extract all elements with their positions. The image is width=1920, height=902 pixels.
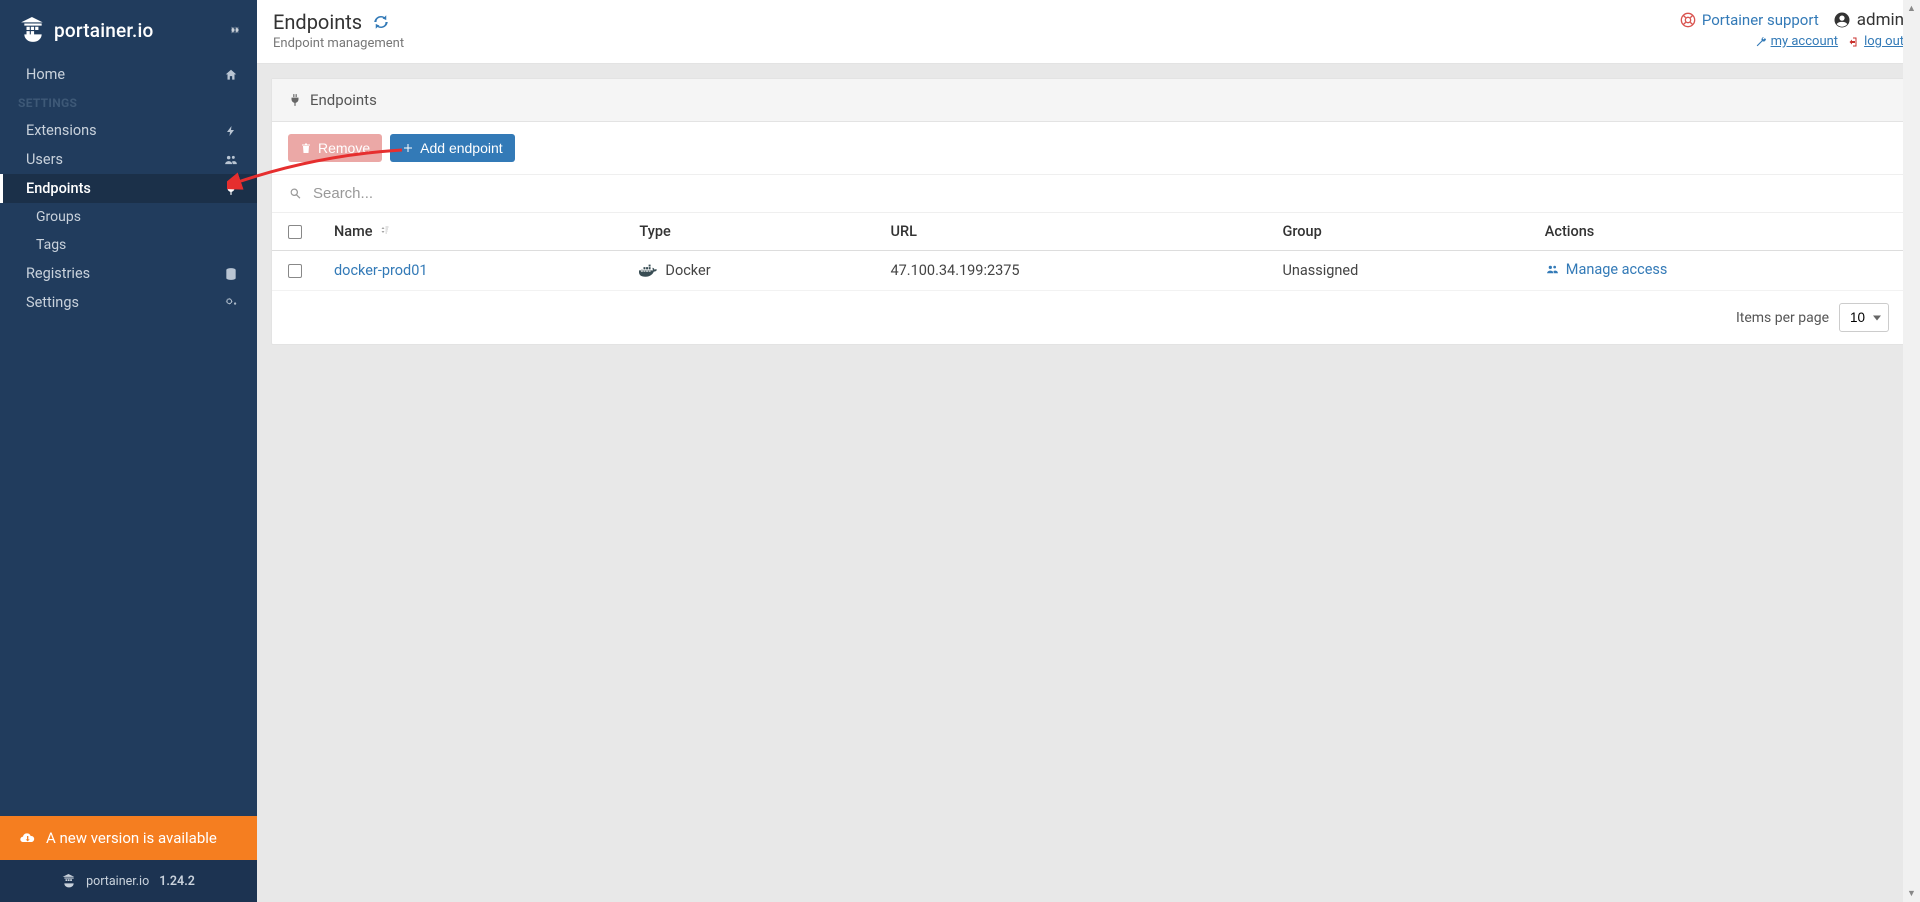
manage-access-label: Manage access — [1566, 261, 1668, 278]
update-notice[interactable]: A new version is available — [0, 816, 257, 860]
user-circle-icon — [1833, 11, 1851, 29]
sidebar-item-settings[interactable]: Settings — [0, 288, 257, 317]
endpoints-panel: Endpoints Remove Add endpoint — [271, 78, 1906, 345]
my-account-link[interactable]: my account — [1755, 34, 1838, 49]
support-link[interactable]: Portainer support — [1680, 11, 1819, 29]
add-button-label: Add endpoint — [420, 140, 503, 156]
search-input[interactable] — [313, 185, 1889, 202]
endpoints-table: Name Type URL Group Actions — [272, 213, 1905, 291]
sidebar-item-registries[interactable]: Registries — [0, 259, 257, 288]
table-footer: Items per page 10 — [272, 291, 1905, 344]
database-icon — [223, 267, 239, 281]
log-out-label: log out — [1864, 34, 1904, 49]
sidebar-item-home[interactable]: Home — [0, 60, 257, 89]
sidebar-item-endpoints[interactable]: Endpoints — [0, 174, 257, 203]
col-name[interactable]: Name — [318, 213, 623, 251]
trash-icon — [300, 142, 312, 155]
life-ring-icon — [1680, 12, 1696, 28]
users-icon — [1545, 263, 1560, 276]
select-all-checkbox[interactable] — [288, 225, 302, 239]
sidebar-item-label: Settings — [26, 294, 79, 311]
cloud-download-icon — [18, 830, 36, 846]
sign-out-icon — [1848, 36, 1860, 48]
search-icon — [288, 186, 303, 201]
table-row: docker-prod01 Docker 47.100.34.199:2375 — [272, 251, 1905, 291]
log-out-link[interactable]: log out — [1848, 34, 1904, 49]
items-per-page-select[interactable]: 10 — [1839, 303, 1889, 332]
panel-header: Endpoints — [272, 79, 1905, 122]
sidebar-item-extensions[interactable]: Extensions — [0, 116, 257, 145]
brand-logo[interactable]: portainer.io — [0, 0, 257, 60]
footer-brand: portainer.io — [86, 874, 149, 889]
sidebar-menu: Home SETTINGS Extensions Users Endpoints — [0, 60, 257, 816]
content: Endpoints Remove Add endpoint — [257, 64, 1920, 359]
remove-button-label: Remove — [318, 140, 370, 156]
cogs-icon — [223, 296, 239, 310]
manage-access-link[interactable]: Manage access — [1545, 261, 1668, 278]
plug-icon — [223, 182, 239, 196]
docker-icon — [639, 264, 657, 278]
col-actions: Actions — [1529, 213, 1905, 251]
refresh-icon[interactable] — [372, 13, 390, 31]
remove-button[interactable]: Remove — [288, 134, 382, 162]
my-account-label: my account — [1771, 34, 1838, 49]
wrench-icon — [1755, 36, 1767, 48]
support-link-label: Portainer support — [1702, 11, 1819, 29]
sidebar-section-settings: SETTINGS — [0, 89, 257, 116]
sidebar-item-label: Groups — [36, 209, 81, 225]
plus-icon — [402, 142, 414, 154]
page-title: Endpoints — [273, 10, 362, 34]
toolbar: Remove Add endpoint — [272, 122, 1905, 175]
scroll-down-icon[interactable]: ▼ — [1903, 885, 1920, 902]
panel-title: Endpoints — [310, 91, 377, 109]
portainer-logo-icon — [20, 14, 46, 46]
scroll-up-icon[interactable]: ▲ — [1903, 0, 1920, 17]
footer-version: 1.24.2 — [159, 874, 195, 889]
sidebar-footer: portainer.io 1.24.2 — [0, 860, 257, 902]
vertical-scrollbar[interactable]: ▲ ▼ — [1903, 0, 1920, 902]
sort-icon — [378, 224, 390, 236]
sidebar-item-label: Extensions — [26, 122, 97, 139]
sidebar-item-label: Home — [26, 66, 65, 83]
users-icon — [223, 153, 239, 167]
items-per-page-label: Items per page — [1736, 310, 1829, 326]
sidebar-toggle-icon[interactable] — [227, 22, 243, 38]
sidebar-item-label: SETTINGS — [18, 96, 77, 110]
table-header-row: Name Type URL Group Actions — [272, 213, 1905, 251]
sidebar-item-tags[interactable]: Tags — [0, 231, 257, 259]
endpoint-name-link[interactable]: docker-prod01 — [334, 262, 428, 279]
add-endpoint-button[interactable]: Add endpoint — [390, 134, 515, 162]
header: Endpoints Endpoint management Portainer … — [257, 0, 1920, 64]
col-url[interactable]: URL — [875, 213, 1267, 251]
update-notice-label: A new version is available — [46, 829, 217, 847]
sidebar-item-label: Endpoints — [26, 180, 91, 197]
sidebar: portainer.io Home SETTINGS Extensions Us… — [0, 0, 257, 902]
sidebar-item-users[interactable]: Users — [0, 145, 257, 174]
search-row — [272, 175, 1905, 213]
endpoint-type: Docker — [665, 262, 710, 279]
plug-icon — [288, 93, 302, 107]
sidebar-item-label: Registries — [26, 265, 90, 282]
row-checkbox[interactable] — [288, 264, 302, 278]
brand-name: portainer.io — [54, 19, 154, 42]
username: admin — [1857, 10, 1904, 30]
endpoint-url: 47.100.34.199:2375 — [891, 262, 1020, 279]
col-group[interactable]: Group — [1266, 213, 1528, 251]
sidebar-item-groups[interactable]: Groups — [0, 203, 257, 231]
portainer-logo-small-icon — [62, 872, 76, 890]
sidebar-item-label: Users — [26, 151, 63, 168]
user-badge: admin — [1833, 10, 1904, 30]
home-icon — [223, 68, 239, 82]
col-type[interactable]: Type — [623, 213, 874, 251]
page-subtitle: Endpoint management — [273, 36, 404, 51]
main: Endpoints Endpoint management Portainer … — [257, 0, 1920, 902]
bolt-icon — [223, 124, 239, 138]
endpoint-group: Unassigned — [1282, 262, 1358, 279]
sidebar-item-label: Tags — [36, 237, 66, 253]
